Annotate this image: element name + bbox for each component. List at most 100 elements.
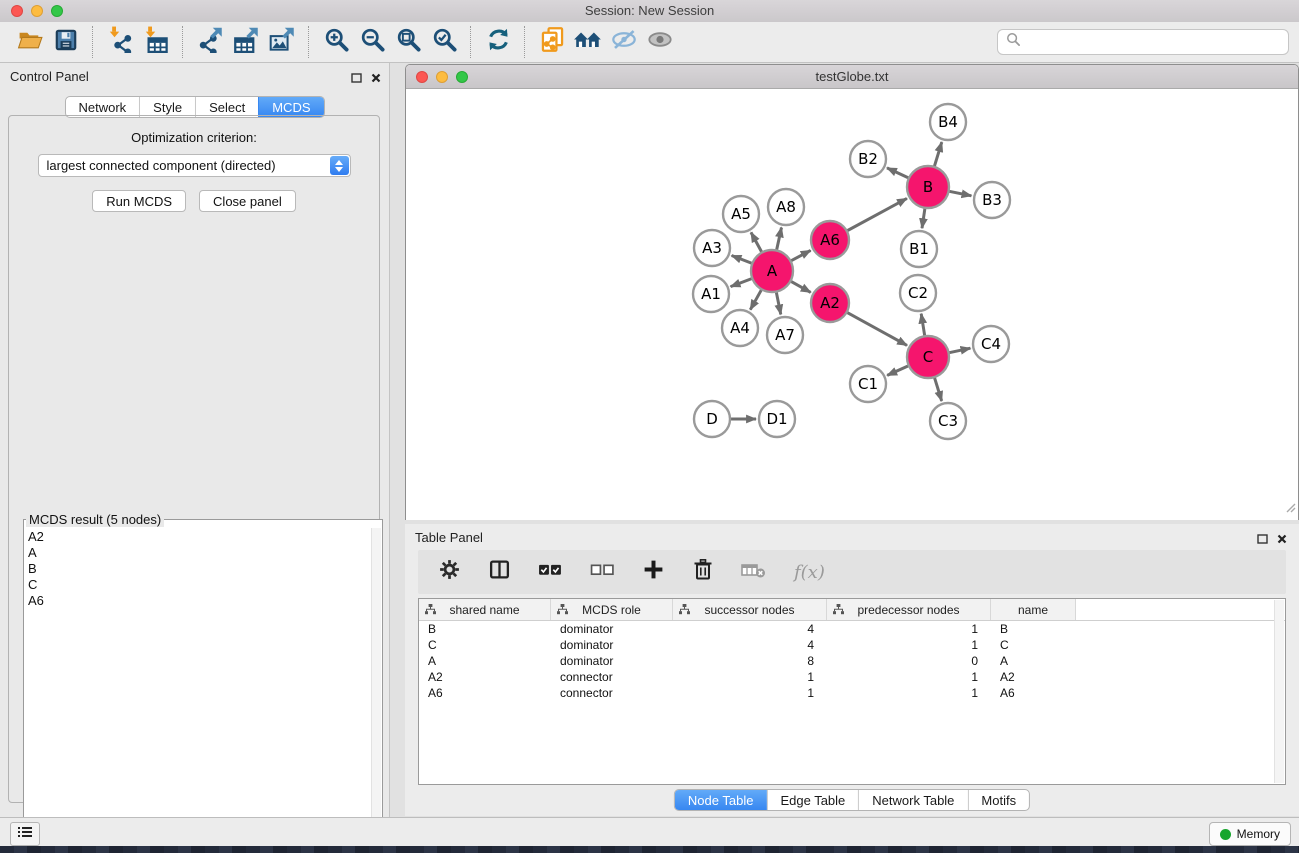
network-canvas[interactable]: B4 B2 B B3 A5A8 A6 A3 B1 A A1 C2 A2 A4A7 C4 C C1 C3 D D1 [406,89,1298,520]
columns-button[interactable] [488,558,511,586]
tab-select[interactable]: Select [195,97,258,117]
mcds-result-item[interactable]: A2 [28,529,372,545]
export-table-button[interactable] [228,25,264,59]
table-row[interactable]: Adominator80A [419,653,1285,669]
column-header-shared-name[interactable]: shared name [419,599,551,620]
delete-table-button[interactable] [741,559,767,586]
table-row[interactable]: Bdominator41B [419,621,1285,637]
task-history-button[interactable] [10,822,40,846]
table-tab-node-table[interactable]: Node Table [675,790,767,810]
graph-node-A7[interactable]: A7 [767,317,803,353]
graph-node-C2[interactable]: C2 [900,275,936,311]
graph-edge-B-B2 [887,168,909,178]
close-panel-button[interactable]: Close panel [199,190,296,212]
graph-node-A1[interactable]: A1 [693,276,729,312]
mcds-result-item[interactable]: B [28,561,372,577]
svg-text:D: D [706,410,718,428]
zoom-out-button[interactable] [354,25,390,59]
desktop-background [0,846,1299,853]
optimization-criterion-dropdown[interactable]: largest connected component (directed) [38,154,351,177]
column-header-predecessor-nodes[interactable]: predecessor nodes [827,599,991,620]
graph-node-C[interactable]: C [907,336,949,378]
zoom-in-button[interactable] [318,25,354,59]
graph-node-A[interactable]: A [751,250,793,292]
table-row[interactable]: Cdominator41C [419,637,1285,653]
memory-button[interactable]: Memory [1209,822,1291,846]
table-tab-motifs[interactable]: Motifs [967,790,1029,810]
table-scrollbar[interactable] [1274,600,1284,783]
table-cell: A2 [991,670,1076,684]
zoom-fit-button[interactable] [390,25,426,59]
select-all-button[interactable] [538,558,563,586]
graph-node-B[interactable]: B [907,166,949,208]
tab-network[interactable]: Network [65,97,139,117]
tab-mcds[interactable]: MCDS [258,97,323,117]
column-header-MCDS-role[interactable]: MCDS role [551,599,673,620]
graph-edge-B-B4 [934,142,942,167]
svg-text:A6: A6 [820,231,840,249]
network-graph[interactable]: B4 B2 B B3 A5A8 A6 A3 B1 A A1 C2 A2 A4A7 C4 C C1 C3 D D1 [406,89,1298,520]
float-table-panel-icon[interactable] [1257,531,1268,549]
import-network-button[interactable] [102,25,138,59]
mcds-result-item[interactable]: A6 [28,593,372,609]
search-input[interactable] [1026,34,1288,51]
float-panel-icon[interactable] [351,70,362,88]
function-builder-button[interactable]: f(x) [794,562,825,583]
graph-node-A2[interactable]: A2 [811,284,849,322]
graph-node-B2[interactable]: B2 [850,141,886,177]
first-neighbors-button[interactable] [570,25,606,59]
graph-edge-C-C3 [934,377,941,401]
graph-node-D1[interactable]: D1 [759,401,795,437]
graph-node-B1[interactable]: B1 [901,231,937,267]
table-tab-edge-table[interactable]: Edge Table [766,790,858,810]
status-bar: Memory [0,817,1299,846]
hide-selected-button[interactable] [606,25,642,59]
export-network-button[interactable] [192,25,228,59]
graph-node-B3[interactable]: B3 [974,182,1010,218]
table-row[interactable]: A6connector11A6 [419,685,1285,701]
show-all-button[interactable] [642,25,678,59]
save-session-button[interactable] [48,25,84,59]
import-table-icon [143,26,170,58]
table-row[interactable]: A2connector11A2 [419,669,1285,685]
graph-node-A8[interactable]: A8 [768,189,804,225]
zoom-selected-button[interactable] [426,25,462,59]
graph-node-C3[interactable]: C3 [930,403,966,439]
svg-text:B1: B1 [909,240,929,258]
refresh-button[interactable] [480,25,516,59]
column-header-successor-nodes[interactable]: successor nodes [673,599,827,620]
svg-text:A: A [767,262,778,280]
resize-grip-icon[interactable] [1283,500,1297,519]
column-header-name[interactable]: name [991,599,1076,620]
deselect-all-button[interactable] [590,558,615,586]
table-tab-network-table[interactable]: Network Table [858,790,967,810]
memory-status-icon [1220,829,1231,840]
graph-node-A4[interactable]: A4 [722,310,758,346]
network-window-titlebar[interactable]: testGlobe.txt [406,65,1298,89]
import-table-button[interactable] [138,25,174,59]
mcds-result-item[interactable]: C [28,577,372,593]
zoom-fit-icon [395,26,422,58]
svg-text:C4: C4 [981,335,1001,353]
show-all-icon [646,26,674,58]
graph-node-B4[interactable]: B4 [930,104,966,140]
add-button[interactable] [642,558,665,586]
settings-button[interactable] [438,558,461,586]
run-mcds-button[interactable]: Run MCDS [92,190,186,212]
graph-node-C4[interactable]: C4 [973,326,1009,362]
graph-node-A6[interactable]: A6 [811,221,849,259]
close-table-panel-icon[interactable] [1277,531,1287,549]
export-image-button[interactable] [264,25,300,59]
delete-button[interactable] [692,558,714,586]
mcds-result-item[interactable]: A [28,545,372,561]
graph-node-C1[interactable]: C1 [850,366,886,402]
tab-style[interactable]: Style [139,97,195,117]
close-panel-icon[interactable] [371,70,381,88]
result-list-scrollbar[interactable] [371,528,381,850]
new-network-from-selection-button[interactable] [534,25,570,59]
search-field[interactable] [997,29,1289,55]
graph-node-A5[interactable]: A5 [723,196,759,232]
graph-node-D[interactable]: D [694,401,730,437]
graph-node-A3[interactable]: A3 [694,230,730,266]
open-session-button[interactable] [12,25,48,59]
